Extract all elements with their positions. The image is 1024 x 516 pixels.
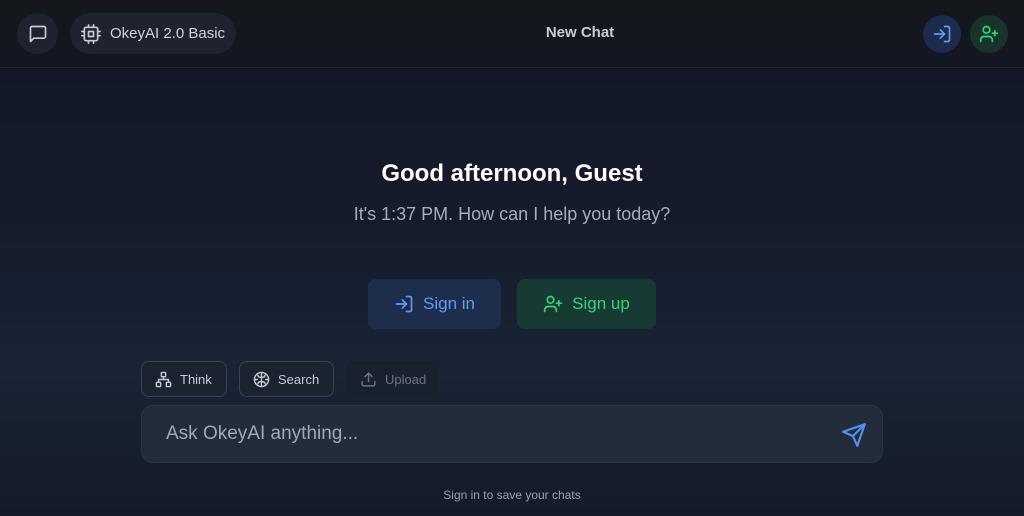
top-bar: OkeyAI 2.0 Basic New Chat [0,0,1024,68]
user-plus-icon [979,24,999,44]
upload-label: Upload [385,371,427,387]
header-sign-in-button[interactable] [923,15,961,53]
search-label: Search [278,371,320,387]
upload-button[interactable]: Upload [346,361,438,397]
sign-up-label: Sign up [572,294,630,313]
save-chats-note: Sign in to save your chats [443,488,581,502]
user-plus-icon [543,294,563,314]
greeting-heading: Good afternoon, Guest [381,160,643,187]
sign-in-button[interactable]: Sign in [368,279,501,329]
greeting-subtitle: It's 1:37 PM. How can I help you today? [353,204,671,224]
page-title: New Chat [545,24,615,41]
brain-icon [253,371,270,388]
think-label: Think [180,371,212,387]
send-button[interactable] [840,423,868,447]
send-icon [841,422,867,448]
search-toggle-button[interactable]: Search [239,361,334,397]
message-input[interactable] [166,406,826,462]
upload-icon [360,371,377,388]
sign-up-button[interactable]: Sign up [517,279,656,329]
header-sign-up-button[interactable] [970,15,1008,53]
log-in-icon [394,294,414,314]
think-toggle-button[interactable]: Think [141,361,227,397]
message-composer [141,405,883,463]
sign-in-label: Sign in [423,294,475,313]
hierarchy-icon [155,371,172,388]
log-in-icon [932,24,952,44]
